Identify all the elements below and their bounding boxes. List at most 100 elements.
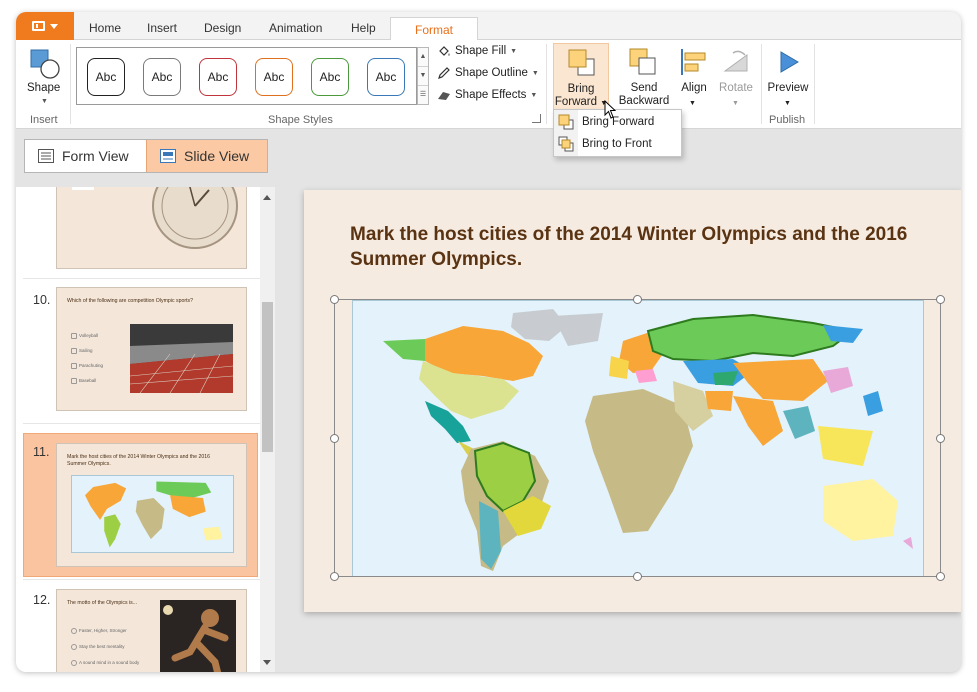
shape-styles-gallery: Abc Abc Abc Abc Abc Abc (76, 47, 417, 105)
thumb-option: Stay the best mentality (71, 644, 125, 650)
shape-fill-button[interactable]: Shape Fill ▼ (437, 44, 517, 58)
chevron-down-icon: ▼ (784, 100, 791, 107)
list-icon (38, 149, 54, 163)
paint-bucket-icon (439, 46, 450, 56)
menu-item-bring-to-front[interactable]: Bring to Front (554, 133, 681, 155)
stadium-image (130, 324, 233, 393)
shape-label: Shape (27, 82, 61, 94)
style-tile[interactable]: Abc (199, 58, 237, 96)
shape-outline-label: Shape Outline (455, 67, 528, 79)
resize-handle[interactable] (633, 295, 642, 304)
send-backward-icon (629, 48, 656, 75)
rotate-icon (723, 50, 748, 72)
ribbon-separator (546, 44, 547, 124)
resize-handle[interactable] (330, 434, 339, 443)
app-window: Home Insert Design Animation Help Format… (16, 12, 961, 672)
group-label-publish: Publish (769, 114, 806, 126)
pencil-icon (438, 67, 450, 79)
slide-number: 11. (33, 445, 50, 459)
tab-home[interactable]: Home (89, 12, 121, 40)
slide-view-button[interactable]: Slide View (146, 140, 267, 172)
chevron-down-icon (50, 23, 58, 29)
insert-shape-button[interactable]: Shape ▼ (24, 46, 64, 108)
thumb-placeholder (72, 187, 94, 190)
menu-item-label: Bring Forward (582, 116, 655, 128)
selection-frame (334, 299, 941, 577)
bring-forward-icon (558, 114, 574, 130)
divider (23, 278, 260, 279)
view-toggle: Form View Slide View (24, 139, 268, 173)
app-menu-button[interactable] (16, 12, 74, 40)
slide-number: 10. (33, 293, 51, 307)
tab-insert[interactable]: Insert (147, 12, 177, 40)
resize-handle[interactable] (936, 572, 945, 581)
mouse-cursor-icon (604, 100, 617, 119)
form-view-label: Form View (62, 148, 129, 164)
shape-fill-label: Shape Fill (455, 45, 507, 57)
scroll-down-icon[interactable] (263, 660, 271, 665)
thumb-question: Which of the following are competition O… (67, 298, 193, 304)
style-tile[interactable]: Abc (367, 58, 405, 96)
shape-effects-label: Shape Effects (455, 89, 527, 101)
shapes-icon (30, 49, 60, 79)
thumb-option: Baseball (70, 378, 97, 384)
tab-format[interactable]: Format (390, 17, 478, 41)
bring-forward-button[interactable]: Bring Forward ▼ (553, 43, 609, 113)
bring-forward-label-2: Forward ▼ (554, 96, 608, 108)
ribbon: Shape ▼ Insert Abc Abc Abc Abc Abc Abc ▲… (16, 40, 961, 129)
thumb-option: Sailing (71, 348, 93, 354)
menu-item-label: Bring to Front (582, 138, 652, 150)
gallery-scroll[interactable]: ▲ ▼ ☰ (417, 47, 429, 105)
gallery-expand-icon[interactable]: ☰ (418, 86, 428, 105)
play-icon (780, 51, 799, 73)
resize-handle[interactable] (633, 572, 642, 581)
chevron-down-icon: ▼ (689, 100, 696, 107)
slide-number: 12. (33, 593, 51, 607)
slide-title[interactable]: Mark the host cities of the 2014 Winter … (350, 222, 920, 272)
preview-button[interactable]: Preview ▼ (766, 43, 810, 113)
style-tile[interactable]: Abc (255, 58, 293, 96)
tab-animation[interactable]: Animation (269, 12, 322, 40)
dialog-launcher-icon[interactable] (532, 114, 541, 123)
tab-design[interactable]: Design (204, 12, 241, 40)
align-label: Align (681, 82, 707, 94)
tab-help[interactable]: Help (351, 12, 376, 40)
bring-forward-text: Forward (554, 96, 598, 108)
resize-handle[interactable] (936, 434, 945, 443)
resize-handle[interactable] (936, 295, 945, 304)
slide-thumbnail-11[interactable]: Mark the host cities of the 2014 Winter … (56, 443, 247, 567)
slide-thumbnail-10[interactable]: Which of the following are competition O… (56, 287, 247, 411)
resize-handle[interactable] (330, 295, 339, 304)
chevron-down-icon: ▼ (732, 100, 739, 107)
chevron-down-icon: ▼ (510, 47, 518, 55)
slide-thumbnail-list: 10. Which of the following are competiti… (16, 187, 275, 672)
form-view-button[interactable]: Form View (25, 140, 147, 172)
thumbnail-scrollbar[interactable] (260, 187, 275, 672)
style-tile[interactable]: Abc (311, 58, 349, 96)
shape-effects-button[interactable]: Shape Effects ▼ (437, 88, 537, 102)
slide-thumbnail-12[interactable]: The motto of the Olympics is... Faster, … (56, 589, 247, 672)
rotate-button[interactable]: Rotate ▼ (716, 43, 756, 113)
shape-outline-button[interactable]: Shape Outline ▼ (437, 66, 539, 80)
slide-icon (160, 149, 176, 163)
slide-view-label: Slide View (184, 148, 250, 164)
scrollbar-thumb[interactable] (262, 302, 273, 452)
align-button[interactable]: Align ▼ (676, 43, 712, 113)
slide-canvas: Mark the host cities of the 2014 Winter … (304, 190, 961, 612)
thumb-question: Mark the host cities of the 2014 Winter … (67, 454, 211, 467)
style-tile[interactable]: Abc (87, 58, 125, 96)
send-backward-button[interactable]: Send Backward ▼ (614, 43, 674, 119)
effects-icon (438, 92, 450, 100)
chevron-down-icon: ▼ (530, 91, 538, 99)
scroll-up-icon[interactable]: ▲ (418, 48, 428, 67)
style-tile[interactable]: Abc (143, 58, 181, 96)
preview-label: Preview (767, 82, 809, 94)
group-label-insert: Insert (30, 114, 58, 126)
rotate-label: Rotate (719, 82, 753, 94)
divider (23, 423, 260, 424)
slide-thumbnail-9[interactable] (56, 187, 247, 269)
clock-image (152, 187, 238, 249)
scroll-down-icon[interactable]: ▼ (418, 67, 428, 86)
resize-handle[interactable] (330, 572, 339, 581)
scroll-up-icon[interactable] (263, 195, 271, 200)
